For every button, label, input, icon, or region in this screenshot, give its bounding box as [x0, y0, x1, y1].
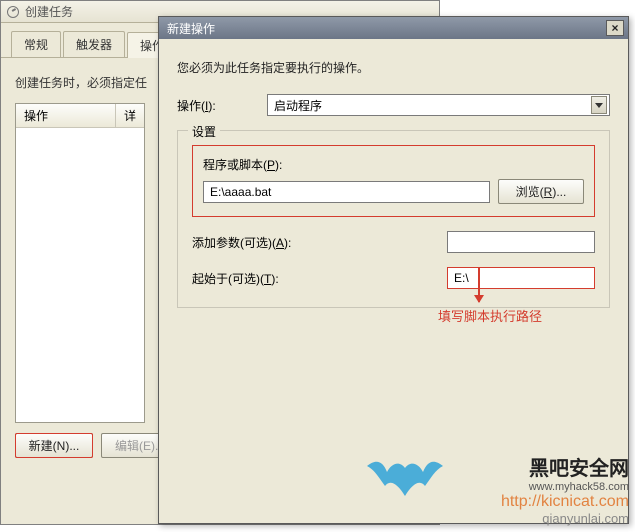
startin-label: 起始于(可选)(T): — [192, 270, 342, 287]
action-select[interactable]: 启动程序 — [267, 94, 610, 116]
args-input[interactable] — [447, 231, 595, 253]
settings-group: 设置 程序或脚本(P): 浏览(R)... 添加参数(可选)(A): — [177, 130, 610, 308]
create-task-title: 创建任务 — [25, 3, 73, 20]
action-row: 操作(I): 启动程序 — [177, 94, 610, 116]
tab-general[interactable]: 常规 — [11, 31, 61, 57]
startin-row: 起始于(可选)(T): — [192, 267, 595, 289]
settings-legend: 设置 — [188, 123, 220, 140]
program-line: 浏览(R)... — [203, 179, 584, 204]
col-op[interactable]: 操作 — [16, 104, 116, 127]
actions-list-header: 操作 详 — [16, 104, 144, 128]
col-detail[interactable]: 详 — [116, 104, 144, 127]
actions-list[interactable]: 操作 详 — [15, 103, 145, 423]
program-input[interactable] — [203, 181, 490, 203]
front-body: 您必须为此任务指定要执行的操作。 操作(I): 启动程序 设置 程序或脚本(P)… — [159, 39, 628, 322]
chevron-down-icon[interactable] — [591, 96, 607, 114]
annotation-text: 填写脚本执行路径 — [438, 306, 542, 325]
action-label: 操作(I): — [177, 97, 267, 114]
instruction-text: 您必须为此任务指定要执行的操作。 — [177, 59, 610, 76]
clock-icon — [7, 6, 19, 18]
new-button[interactable]: 新建(N)... — [15, 433, 93, 458]
args-row: 添加参数(可选)(A): — [192, 231, 595, 253]
browse-button[interactable]: 浏览(R)... — [498, 179, 584, 204]
annotation-arrow-icon — [478, 268, 480, 302]
new-action-dialog: 新建操作 × 您必须为此任务指定要执行的操作。 操作(I): 启动程序 设置 程… — [158, 16, 629, 524]
startin-input[interactable] — [447, 267, 595, 289]
new-action-titlebar[interactable]: 新建操作 × — [159, 17, 628, 39]
tab-triggers[interactable]: 触发器 — [63, 31, 125, 57]
program-label: 程序或脚本(P): — [203, 156, 584, 173]
args-label: 添加参数(可选)(A): — [192, 234, 342, 251]
new-action-title: 新建操作 — [167, 20, 215, 37]
program-highlight-box: 程序或脚本(P): 浏览(R)... — [192, 145, 595, 217]
action-select-value: 启动程序 — [274, 97, 322, 114]
close-icon[interactable]: × — [606, 20, 624, 36]
